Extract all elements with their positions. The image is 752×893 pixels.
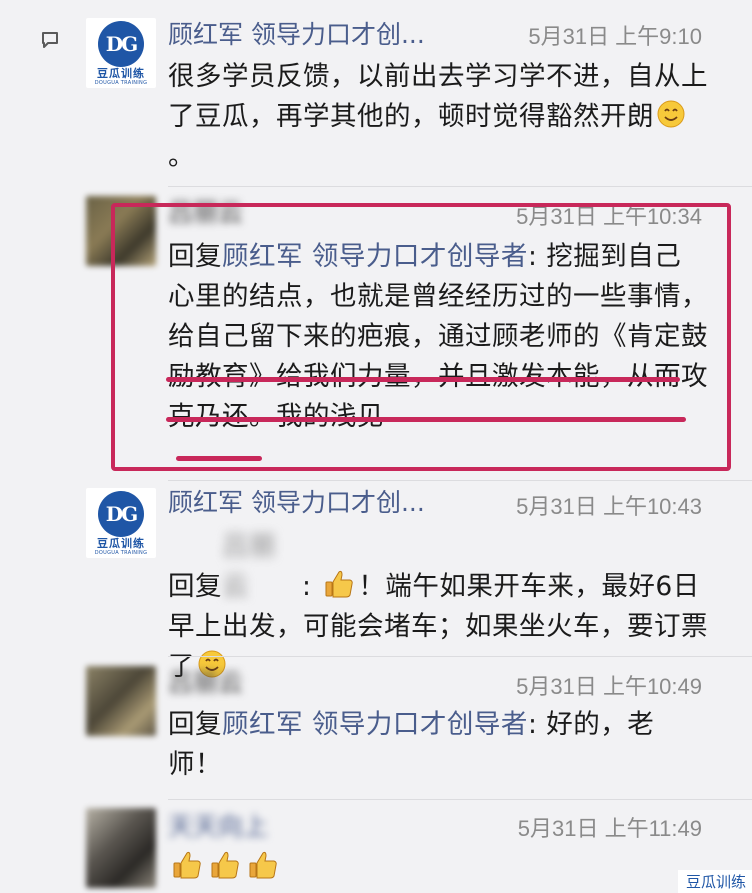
watermark: 豆瓜训练 [677, 870, 752, 893]
timestamp: 5月31日 上午9:10 [528, 24, 702, 49]
thumbs-up-emoji-icon [249, 851, 277, 879]
timestamp: 5月31日 上午11:49 [517, 816, 702, 841]
comment-text: 很多学员反馈，以前出去学习学不进，自从上了豆瓜，再学其他的，顿时觉得豁然开朗。 [168, 61, 708, 172]
highlight-underline [176, 456, 262, 461]
avatar-brand: 豆瓜训练 [97, 537, 145, 550]
reply-mention[interactable]: 顾红军 领导力口才创导者 [222, 709, 528, 740]
comment-text: 回复吕丽云: ！端午如果开车来，最好6日早上出发，可能会堵车；如果坐火车，要订票… [168, 527, 708, 687]
sender-name[interactable]: 顾红军 领导力口才创... [168, 486, 425, 520]
avatar[interactable] [86, 808, 156, 888]
logo-icon: DG [98, 21, 144, 67]
sender-name[interactable]: 天天向上 [168, 810, 268, 844]
comment-thread: DG 豆瓜训练 DOUGUA TRAINING 顾红军 领导力口才创... 5月… [0, 0, 752, 893]
timestamp: 5月31日 上午10:43 [516, 494, 702, 519]
highlight-underline [166, 417, 686, 422]
logo-icon: DG [98, 491, 144, 537]
highlight-box [111, 203, 731, 471]
thumbs-up-emoji-icon [173, 851, 201, 879]
avatar[interactable] [86, 666, 156, 736]
sender-name[interactable]: 顾红军 领导力口才创... [168, 18, 425, 52]
avatar-brand-en: DOUGUA TRAINING [94, 80, 148, 86]
avatar[interactable]: DG 豆瓜训练 DOUGUA TRAINING [86, 18, 156, 88]
highlight-underline [166, 377, 680, 382]
thumbs-up-emoji-icon [211, 851, 239, 879]
divider [168, 186, 752, 187]
thumbs-up-emoji-icon [325, 570, 354, 598]
comment-icon [42, 32, 58, 48]
avatar-brand-en: DOUGUA TRAINING [94, 550, 148, 556]
reply-mention-blurred[interactable]: 吕丽云 [222, 527, 302, 607]
timestamp: 5月31日 上午10:49 [516, 674, 702, 699]
avatar[interactable]: DG 豆瓜训练 DOUGUA TRAINING [86, 488, 156, 558]
divider [168, 799, 752, 800]
divider [168, 656, 752, 657]
comment-text [168, 848, 708, 888]
avatar-brand: 豆瓜训练 [97, 67, 145, 80]
sender-name[interactable]: 吕丽云 [168, 666, 243, 700]
smile-emoji-icon [657, 100, 685, 128]
comment-text: 回复顾红军 领导力口才创导者: 好的，老师！ [168, 709, 655, 780]
divider [168, 480, 752, 481]
